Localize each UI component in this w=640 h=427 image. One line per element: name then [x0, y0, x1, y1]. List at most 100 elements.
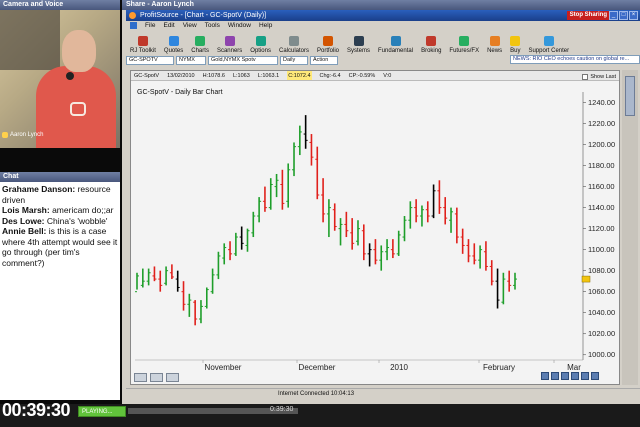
prev-page-icon[interactable] — [551, 372, 559, 380]
window-controls: _ □ × — [609, 11, 638, 20]
toolbar-charts-button[interactable]: Charts — [187, 31, 213, 55]
reset-zoom-button[interactable] — [166, 373, 179, 382]
chat-message: Annie Bell: is this is a case where 4th … — [2, 226, 118, 268]
first-bar-icon[interactable] — [541, 372, 549, 380]
toolbar-systems-button[interactable]: Systems — [343, 31, 374, 55]
chart-title: GC-SpotV - Daily Bar Chart — [137, 89, 223, 96]
systems-icon — [353, 36, 364, 46]
next-bar-icon[interactable] — [571, 372, 579, 380]
app-title: ProfitSource - [Chart - GC-SpotV (Daily)… — [140, 12, 267, 19]
screen: Camera and Voice Aaron Lynch Chat Graham… — [0, 0, 640, 427]
toolbar-rj-toolkit-button[interactable]: RJ Toolkit — [126, 31, 160, 55]
prev-bar-icon[interactable] — [561, 372, 569, 380]
chat-author: Des Lowe: — [2, 215, 45, 226]
toolbar-fundamental-button[interactable]: Fundamental — [374, 31, 417, 55]
y-tick-label: 1060.00 — [588, 287, 615, 296]
rj-toolkit-icon — [137, 36, 148, 46]
chat-author: Annie Bell: — [2, 226, 47, 236]
toolbar-label: RJ Toolkit — [130, 48, 156, 54]
maximize-icon[interactable]: □ — [619, 11, 628, 20]
chart-info-bar: GC-SpotV 13/02/2010 H:1078.6 L:1063 L:10… — [131, 71, 619, 81]
menu-help[interactable]: Help — [259, 21, 272, 31]
period-combo[interactable]: Daily — [280, 55, 308, 65]
y-tick-label: 1240.00 — [588, 98, 615, 107]
chat-author: Lois Marsh: — [2, 205, 50, 215]
action-combo[interactable]: Action — [310, 55, 338, 65]
chat-text: americam do;;ar — [52, 205, 114, 215]
toolbar-news-button[interactable]: News — [483, 31, 506, 55]
chat-message: Lois Marsh: americam do;;ar — [2, 205, 118, 216]
chat-log[interactable]: Grahame Danson: resource driven Lois Mars… — [0, 182, 120, 270]
symbol-combo[interactable]: GC-SPOTV — [126, 55, 174, 65]
broking-icon — [426, 36, 437, 46]
y-tick-label: 1140.00 — [588, 203, 615, 212]
instrument-name-combo[interactable]: Gold,NYMX Spotv — [208, 55, 278, 65]
show-last-label: Show Last — [590, 74, 616, 80]
side-panel-strip — [622, 70, 638, 385]
app-status-bar: Internet Connected 10:04:13 — [126, 388, 640, 400]
close-icon[interactable]: × — [629, 11, 638, 20]
menu-window[interactable]: Window — [228, 21, 251, 31]
toolbar-options-button[interactable]: Options — [246, 31, 275, 55]
side-panel-tab[interactable] — [625, 76, 635, 116]
x-tick-label: February — [483, 363, 515, 372]
toolbar-calculators-button[interactable]: Calculators — [275, 31, 313, 55]
playback-time: 0:39:30 — [270, 406, 294, 413]
toolbar-label: Support Center — [528, 48, 570, 54]
chat-panel: Chat Grahame Danson: resource driven Lois… — [0, 170, 120, 400]
futures-fx-icon — [459, 36, 470, 46]
menu-edit[interactable]: Edit — [163, 21, 174, 31]
chat-text: China's 'wobble' — [46, 215, 108, 226]
next-page-icon[interactable] — [581, 372, 589, 380]
camera-panel: Camera and Voice Aaron Lynch — [0, 0, 120, 148]
toolbar-broking-button[interactable]: Broking — [417, 31, 445, 55]
minimize-icon[interactable]: _ — [609, 11, 618, 20]
toolbar-label: Options — [250, 48, 271, 54]
show-last-toggle[interactable]: Show Last — [582, 72, 616, 82]
toolbar-scanners-button[interactable]: Scanners — [213, 31, 246, 55]
toolbar-support-center-button[interactable]: Support Center — [524, 31, 573, 55]
exchange-combo[interactable]: NYMX — [176, 55, 206, 65]
info-volume: V:0 — [383, 73, 392, 79]
chat-panel-title: Chat — [0, 172, 120, 182]
zoom-out-button[interactable] — [134, 373, 147, 382]
news-ticker[interactable]: NEWS: RIO CEO echoes caution on global r… — [510, 55, 640, 64]
toolbar-label: Systems — [347, 48, 371, 54]
app-menu-icon[interactable] — [130, 22, 137, 29]
navigation-controls — [541, 372, 599, 380]
menu-view[interactable]: View — [183, 21, 197, 31]
price-chart[interactable]: GC-SpotV - Daily Bar Chart 1000.00 1020.00… — [131, 82, 619, 372]
toolbar-quotes-button[interactable]: Quotes — [160, 31, 187, 55]
show-last-checkbox[interactable] — [582, 74, 589, 80]
menu-file[interactable]: File — [145, 21, 155, 31]
stop-sharing-button[interactable]: Stop Sharing — [566, 11, 610, 20]
symbol-bar: GC-SPOTV NYMX Gold,NYMX Spotv Daily Acti… — [126, 55, 640, 65]
last-bar-icon[interactable] — [591, 372, 599, 380]
toolbar-futures-fx-button[interactable]: Futures/FX — [445, 31, 483, 55]
menu-bar: File Edit View Tools Window Help — [126, 21, 640, 31]
info-change: Chg:-6.4 — [319, 73, 341, 79]
elapsed-time: 00:39:30 — [2, 400, 71, 420]
portfolio-icon — [323, 36, 333, 46]
info-symbol: GC-SpotV — [134, 73, 160, 79]
y-tick-label: 1120.00 — [588, 224, 615, 233]
y-tick-label: 1080.00 — [588, 266, 615, 275]
toolbar-portfolio-button[interactable]: Portfolio — [313, 31, 343, 55]
info-close: C:1072.4 — [287, 71, 312, 80]
toolbar-label: Portfolio — [317, 48, 340, 54]
options-icon — [255, 36, 266, 46]
shirt-print — [70, 102, 86, 116]
zoom-in-button[interactable] — [150, 373, 163, 382]
toolbar-buy-button[interactable]: Buy — [506, 31, 524, 55]
chart-window: GC-SpotV 13/02/2010 H:1078.6 L:1063 L:10… — [130, 70, 620, 385]
toolbar-label: Broking — [421, 48, 442, 54]
y-tick-label: 1100.00 — [588, 245, 615, 254]
y-tick-label: 1020.00 — [588, 329, 615, 338]
toolbar-label: Charts — [191, 48, 209, 54]
menu-tools[interactable]: Tools — [205, 21, 220, 31]
presenter-head — [62, 30, 96, 72]
headset-mic — [66, 72, 74, 80]
playing-indicator[interactable]: PLAYING... — [78, 406, 126, 417]
calculators-icon — [288, 36, 299, 46]
y-tick-label: 1000.00 — [588, 350, 615, 359]
